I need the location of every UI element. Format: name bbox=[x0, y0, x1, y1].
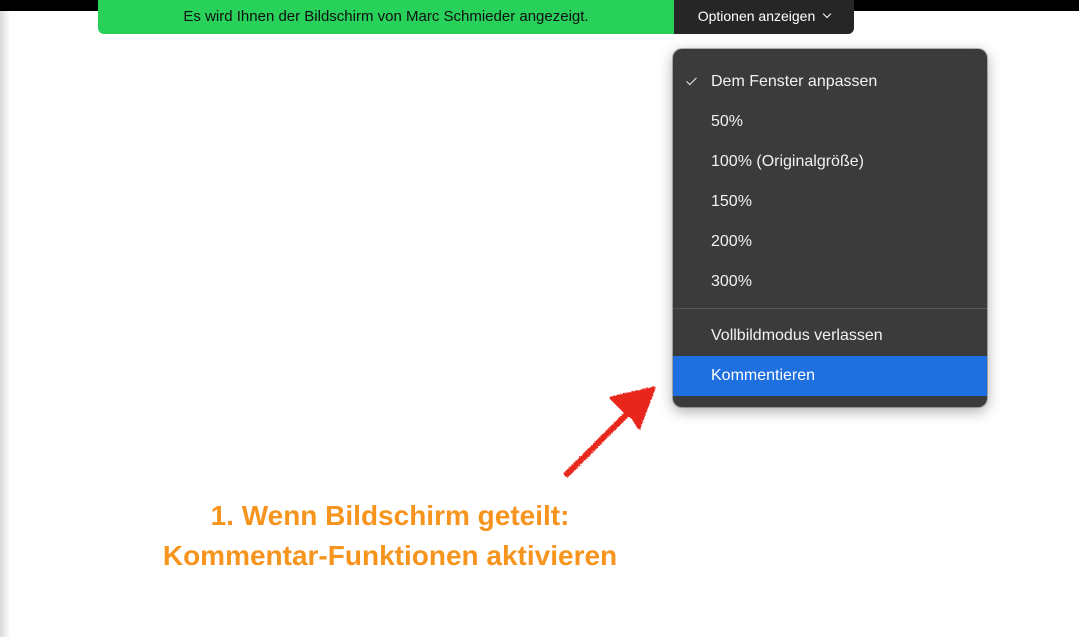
view-options-label: Optionen anzeigen bbox=[697, 8, 816, 24]
view-options-button[interactable]: Optionen anzeigen bbox=[674, 0, 854, 34]
menu-item-zoom-50[interactable]: 50% bbox=[673, 102, 987, 142]
menu-item-exit-fullscreen[interactable]: Vollbildmodus verlassen bbox=[673, 316, 987, 356]
screen-share-banner: Es wird Ihnen der Bildschirm von Marc Sc… bbox=[98, 0, 674, 34]
screen-share-banner-text: Es wird Ihnen der Bildschirm von Marc Sc… bbox=[183, 7, 589, 25]
hand-drawn-arrow-icon bbox=[564, 386, 656, 477]
menu-item-annotate[interactable]: Kommentieren bbox=[673, 356, 987, 396]
view-options-menu: Dem Fenster anpassen 50% 100% (Originalg… bbox=[673, 49, 987, 407]
menu-item-label: 50% bbox=[711, 113, 744, 130]
menu-item-fit-window[interactable]: Dem Fenster anpassen bbox=[673, 62, 987, 102]
annotation-line-1: 1. Wenn Bildschirm geteilt: bbox=[210, 500, 570, 531]
tutorial-annotation: 1. Wenn Bildschirm geteilt: Kommentar-Fu… bbox=[90, 496, 690, 576]
menu-item-label: 200% bbox=[711, 233, 752, 250]
menu-separator bbox=[673, 308, 987, 309]
menu-item-label: 100% (Originalgröße) bbox=[711, 153, 864, 170]
menu-item-label: 150% bbox=[711, 193, 752, 210]
menu-item-zoom-100[interactable]: 100% (Originalgröße) bbox=[673, 142, 987, 182]
menu-item-zoom-200[interactable]: 200% bbox=[673, 222, 987, 262]
screen-left-edge bbox=[0, 11, 9, 637]
menu-item-zoom-150[interactable]: 150% bbox=[673, 182, 987, 222]
menu-item-label: Dem Fenster anpassen bbox=[711, 73, 878, 90]
menu-item-zoom-300[interactable]: 300% bbox=[673, 262, 987, 302]
menu-item-label: 300% bbox=[711, 273, 752, 290]
menu-item-label: Kommentieren bbox=[711, 367, 816, 384]
checkmark-icon bbox=[686, 74, 697, 86]
annotation-line-2: Kommentar-Funktionen aktivieren bbox=[162, 540, 618, 571]
chevron-down-icon bbox=[823, 9, 832, 19]
menu-item-label: Vollbildmodus verlassen bbox=[711, 327, 883, 344]
